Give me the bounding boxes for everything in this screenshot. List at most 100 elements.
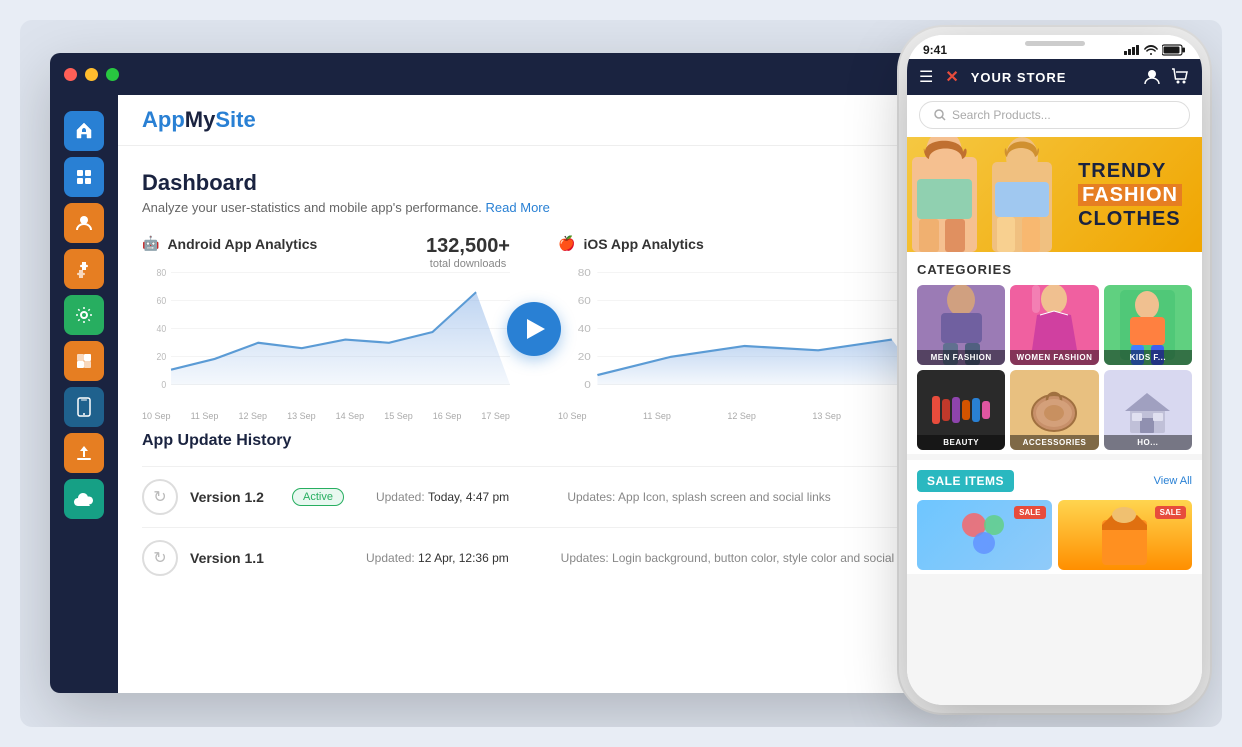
version-updated-1: Updated: Today, 4:47 pm — [376, 490, 555, 504]
sidebar — [50, 95, 118, 693]
play-button[interactable] — [507, 302, 561, 356]
hamburger-icon[interactable]: ☰ — [919, 67, 933, 87]
version-row-2: ↻ Version 1.1 Updated: 12 Apr, 12:36 pm … — [142, 527, 926, 588]
svg-text:60: 60 — [578, 296, 591, 307]
android-icon: 🤖 — [142, 235, 159, 252]
ios-icon: 🍎 — [558, 235, 575, 252]
ios-analytics-panel: 🍎 iOS App Analytics — [558, 235, 926, 422]
men-fashion-label: MEN FASHION — [917, 350, 1005, 365]
categories-title: CATEGORIES — [917, 262, 1192, 277]
svg-text:40: 40 — [578, 324, 591, 335]
cart-icon[interactable] — [1170, 67, 1190, 87]
sidebar-icon-puzzle2[interactable] — [64, 341, 104, 381]
accessories-label: ACCESSORIES — [1010, 435, 1098, 450]
refresh-icon-1[interactable]: ↻ — [142, 479, 178, 515]
categories-section: CATEGORIES — [907, 252, 1202, 454]
user-icon[interactable] — [1142, 67, 1162, 87]
version-updates-1: Updates: App Icon, splash screen and soc… — [567, 490, 926, 504]
svg-text:20: 20 — [578, 352, 591, 363]
app-body: AppMySite Dashboard Analyze your user-st… — [50, 95, 950, 693]
sale-item-2[interactable]: SALE — [1058, 500, 1193, 570]
active-badge: Active — [292, 488, 344, 506]
android-analytics-panel: 🤖 Android App Analytics 132,500+ total d… — [142, 235, 510, 422]
category-home[interactable]: HO... — [1104, 370, 1192, 450]
svg-text:0: 0 — [161, 380, 166, 391]
sale-items-row: SALE SALE — [917, 500, 1192, 570]
home-label: HO... — [1104, 435, 1192, 450]
svg-text:60: 60 — [157, 296, 167, 307]
dashboard-subtitle: Analyze your user-statistics and mobile … — [142, 200, 926, 215]
android-label-row: 🤖 Android App Analytics 132,500+ total d… — [142, 235, 510, 252]
main-content: Dashboard Analyze your user-statistics a… — [118, 146, 950, 693]
phone-wrapper: 9:41 — [907, 35, 1202, 705]
category-women[interactable]: WOMEN FASHION — [1010, 285, 1098, 365]
category-beauty[interactable]: BEAUTY — [917, 370, 1005, 450]
hero-banner: TRENDY FASHION CLOTHES — [907, 137, 1202, 252]
sidebar-icon-upload[interactable] — [64, 433, 104, 473]
sale-badge-2: SALE — [1155, 506, 1186, 519]
ios-chart: 80 60 40 20 0 10 Sep11 Sep12 Sep13 Sep — [558, 262, 926, 422]
version-name-2: Version 1.1 — [190, 550, 280, 566]
android-chart: 80 60 40 20 0 — [142, 262, 510, 422]
sale-title: SALE ITEMS — [917, 470, 1014, 492]
svg-text:80: 80 — [578, 268, 591, 279]
svg-text:20: 20 — [157, 352, 167, 363]
kids-fashion-label: KIDS F... — [1104, 350, 1192, 365]
ios-label-row: 🍎 iOS App Analytics — [558, 235, 926, 252]
version-name-1: Version 1.2 — [190, 489, 280, 505]
phone-nav-bar: ☰ ✕ YOUR STORE — [907, 59, 1202, 95]
update-history-title: App Update History — [142, 432, 926, 450]
hero-banner-text: TRENDY FASHION CLOTHES — [1078, 160, 1182, 230]
window-dot-red[interactable] — [64, 68, 77, 81]
window-dot-yellow[interactable] — [85, 68, 98, 81]
version-row-1: ↻ Version 1.2 Active Updated: Today, 4:4… — [142, 466, 926, 527]
svg-text:80: 80 — [157, 268, 167, 279]
version-updates-2: Updates: Login background, button color,… — [561, 551, 926, 565]
app-logo: AppMySite — [142, 107, 256, 133]
sale-section: SALE ITEMS View All — [907, 460, 1202, 574]
sidebar-icon-cloud[interactable] — [64, 479, 104, 519]
category-accessories[interactable]: ACCESSORIES — [1010, 370, 1098, 450]
version-updated-2: Updated: 12 Apr, 12:36 pm — [366, 551, 549, 565]
sale-header: SALE ITEMS View All — [917, 470, 1192, 492]
sidebar-icon-puzzle[interactable] — [64, 249, 104, 289]
sidebar-icon-user[interactable] — [64, 203, 104, 243]
title-bar — [50, 53, 950, 95]
sale-badge-1: SALE — [1014, 506, 1045, 519]
status-time: 9:41 — [923, 43, 947, 57]
ios-x-labels: 10 Sep11 Sep12 Sep13 Sep14 Sep — [558, 411, 926, 421]
phone-frame: 9:41 — [907, 35, 1202, 705]
store-name: YOUR STORE — [971, 70, 1134, 85]
sidebar-icon-home[interactable] — [64, 111, 104, 151]
refresh-icon-2[interactable]: ↻ — [142, 540, 178, 576]
category-men[interactable]: MEN FASHION — [917, 285, 1005, 365]
category-kids[interactable]: KIDS F... — [1104, 285, 1192, 365]
svg-text:0: 0 — [584, 380, 591, 391]
read-more-link[interactable]: Read More — [486, 200, 550, 215]
search-icon — [934, 109, 946, 121]
outer-wrapper: AppMySite Dashboard Analyze your user-st… — [20, 20, 1222, 727]
search-bar[interactable]: Search Products... — [919, 101, 1190, 129]
phone-content[interactable]: TRENDY FASHION CLOTHES CATEGORIES — [907, 137, 1202, 705]
sidebar-icon-grid[interactable] — [64, 157, 104, 197]
status-icons — [1124, 44, 1186, 56]
view-all-link[interactable]: View All — [1154, 475, 1192, 487]
store-x-icon: ✕ — [945, 67, 958, 87]
sidebar-icon-phone[interactable] — [64, 387, 104, 427]
analytics-row: 🤖 Android App Analytics 132,500+ total d… — [142, 235, 926, 422]
sidebar-icon-settings[interactable] — [64, 295, 104, 335]
svg-text:40: 40 — [157, 324, 167, 335]
phone-search-area: Search Products... — [907, 95, 1202, 137]
window-dot-green[interactable] — [106, 68, 119, 81]
beauty-label: BEAUTY — [917, 435, 1005, 450]
page-title: Dashboard — [142, 170, 926, 196]
status-bar: 9:41 — [907, 35, 1202, 59]
women-fashion-label: WOMEN FASHION — [1010, 350, 1098, 365]
update-history: App Update History ↻ Version 1.2 Active … — [142, 432, 926, 588]
app-header: AppMySite — [118, 95, 950, 146]
categories-grid: MEN FASHION — [917, 285, 1192, 450]
app-window: AppMySite Dashboard Analyze your user-st… — [50, 53, 950, 693]
sale-item-1[interactable]: SALE — [917, 500, 1052, 570]
hero-people-illustration — [907, 137, 1087, 252]
android-x-labels: 10 Sep11 Sep12 Sep13 Sep14 Sep15 Sep16 S… — [142, 411, 510, 421]
